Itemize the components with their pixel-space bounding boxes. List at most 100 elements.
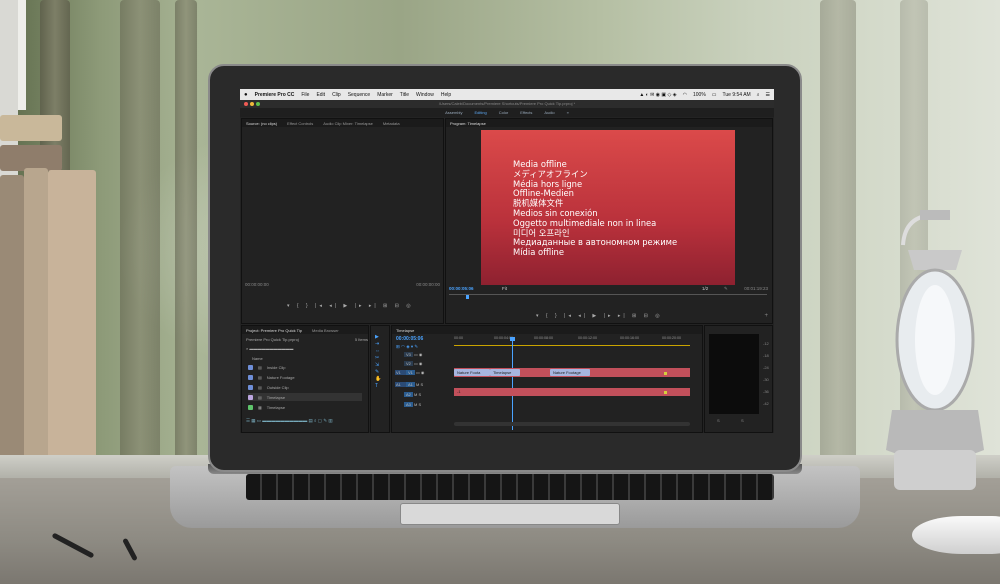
timeline-clip[interactable]: Nature Footage [550, 369, 590, 376]
solo-button[interactable]: S [717, 418, 720, 423]
project-search[interactable]: ⌕ ▬▬▬▬▬▬▬▬▬▬▬ [246, 346, 293, 351]
playhead[interactable] [512, 338, 513, 430]
media-offline-frame: Media offline メディアオフライン Média hors ligne… [481, 130, 735, 285]
menu-clip[interactable]: Clip [332, 92, 341, 98]
label-color [248, 364, 253, 370]
status-icons[interactable]: ▲ ◐ ✉ ◉ ▣ ◇ ◈ [639, 92, 676, 98]
workspace-audio[interactable]: Audio [544, 110, 554, 115]
minimize-button[interactable] [250, 102, 254, 106]
project-file-row: Premiere Pro Quick Tip.prproj 5 Items [246, 337, 368, 342]
timeline-timecode[interactable]: 00:00:05:06 [396, 336, 423, 342]
source-transport-controls[interactable]: ▾ { } |◂ ◂| ▶ |▸ ▸| ⊞ ⊟ ◎ [287, 303, 414, 309]
apple-icon[interactable]: ● [244, 92, 248, 98]
track-header-a2[interactable]: A2 M S [395, 390, 421, 398]
menu-edit[interactable]: Edit [316, 92, 325, 98]
fit-dropdown[interactable]: Fit [502, 286, 507, 291]
project-item[interactable]: ▤ Outside Clip [248, 383, 362, 391]
menu-title[interactable]: Title [400, 92, 409, 98]
solo-button[interactable]: S [741, 418, 744, 423]
timeline-clip[interactable]: Timelapse [490, 369, 520, 376]
workspace-more[interactable]: » [567, 110, 569, 115]
column-name[interactable]: Name [252, 356, 263, 361]
playhead-handle[interactable] [510, 337, 515, 341]
menu-sequence[interactable]: Sequence [348, 92, 371, 98]
meter-scale: -12 -18 -24 -30 -36 -42 [763, 341, 769, 406]
clip-icon: ▤ [258, 394, 262, 400]
track-label[interactable]: A3 [404, 401, 413, 407]
app-menu[interactable]: Premiere Pro CC [255, 92, 295, 98]
ruler-label: 00:00:08:00 [534, 336, 553, 340]
track-header-v1[interactable]: V1 V1 ▭ ◉ [395, 368, 424, 376]
track-header-a1[interactable]: A1 A1 M S [395, 380, 423, 388]
program-scrubber[interactable] [449, 294, 767, 295]
close-button[interactable] [244, 102, 248, 106]
track-label[interactable]: V3 [404, 351, 413, 357]
list-icon[interactable]: ☰ [766, 92, 770, 98]
track-label[interactable]: A1 [406, 381, 415, 387]
label-color [248, 384, 253, 390]
menu-marker[interactable]: Marker [377, 92, 393, 98]
track-label[interactable]: A2 [404, 391, 413, 397]
tree-trunk [820, 0, 856, 470]
tree-trunk [120, 0, 160, 470]
project-item[interactable]: ▦ Timelapse [248, 403, 362, 411]
workspace-editing[interactable]: Editing [474, 110, 486, 115]
resolution-dropdown[interactable]: 1/2 [702, 286, 708, 291]
tool-icons[interactable]: ▶ ⇥ ⇔ ✂ ⇲ ✎ ✋ T [375, 334, 381, 390]
marker[interactable] [664, 372, 667, 375]
workspace-effects[interactable]: Effects [520, 110, 532, 115]
tab-source[interactable]: Source: (no clips) [246, 121, 277, 126]
tab-timeline[interactable]: Timelapse [396, 328, 414, 333]
project-item-name: Inside Clip [266, 364, 286, 370]
project-item[interactable]: ▤ Nature Footage [248, 373, 362, 381]
clock[interactable]: Tue 9:54 AM [723, 92, 751, 98]
project-item[interactable]: ▤ Inside Clip [248, 363, 362, 371]
project-footer-icons[interactable]: ☰ ▦ ▭ ▬▬▬▬▬▬▬▬▬▬ ▤ ⌕ ▢ ✎ ▥ [246, 418, 333, 424]
timeline-clip[interactable]: Nature Foota [454, 369, 490, 376]
book [0, 175, 24, 493]
menu-file[interactable]: File [301, 92, 309, 98]
audio-clip[interactable]: -1 [454, 388, 690, 396]
wrench-icon[interactable]: ✎ [724, 286, 728, 292]
add-button[interactable]: + [764, 313, 768, 319]
program-transport-controls[interactable]: ▾ { } |◂ ◂| ▶ |▸ ▸| ⊞ ⊟ ◎ [536, 313, 663, 319]
source-timecode-right: 00:00:00:00 [416, 282, 440, 287]
track-header-v2[interactable]: V2 ▭ ◉ [395, 359, 422, 367]
track-header-v3[interactable]: V3 ▭ ◉ [395, 350, 422, 358]
work-area-bar[interactable] [454, 345, 690, 346]
marker[interactable] [664, 391, 667, 394]
lantern-icon [886, 210, 984, 490]
tab-effect-controls[interactable]: Effect Controls [287, 121, 313, 126]
battery-icon[interactable]: ▭ [712, 92, 717, 98]
tab-audio-clip-mixer[interactable]: Audio Clip Mixer: Timelapse [323, 121, 373, 126]
program-timecode-right: 00:01:19:23 [744, 286, 768, 291]
tab-project[interactable]: Project: Premiere Pro Quick Tip [246, 328, 302, 333]
source-panel: Source: (no clips) Effect Controls Audio… [241, 118, 444, 324]
timeline-scrollbar[interactable] [454, 422, 690, 426]
project-item[interactable]: ▤ Timelapse [248, 393, 362, 401]
wifi-icon[interactable]: ◠ [683, 92, 687, 98]
project-file-name: Premiere Pro Quick Tip.prproj [246, 337, 299, 342]
battery-level[interactable]: 100% [693, 92, 706, 98]
track-header-a3[interactable]: A3 M S [395, 400, 421, 408]
timeline-panel: Timelapse 00:00:05:06 ⊞ ◠ ◈ ▾ ✎ 00:00 00… [391, 325, 703, 433]
clip-icon: ▤ [258, 364, 262, 370]
menu-window[interactable]: Window [416, 92, 434, 98]
time-ruler[interactable]: 00:00 00:00:04:00 00:00:08:00 00:00:12:0… [454, 336, 704, 344]
tab-media-browser[interactable]: Media Browser [312, 328, 339, 333]
tab-program[interactable]: Program: Timelapse [450, 121, 486, 126]
tab-metadata[interactable]: Metadata [383, 121, 400, 126]
menu-help[interactable]: Help [441, 92, 451, 98]
playhead-marker[interactable] [466, 295, 469, 299]
source-timecode-left[interactable]: 00:00:00:00 [245, 282, 269, 287]
project-item-count: 5 Items [354, 337, 368, 342]
track-label[interactable]: V2 [404, 360, 413, 366]
workspace-color[interactable]: Color [499, 110, 509, 115]
workspace-assembly[interactable]: Assembly [445, 110, 462, 115]
project-panel: Project: Premiere Pro Quick Tip Media Br… [241, 325, 369, 433]
zoom-button[interactable] [256, 102, 260, 106]
track-label[interactable]: V1 [406, 369, 415, 375]
search-icon[interactable]: ⌕ [757, 92, 760, 98]
tools-panel: ▶ ⇥ ⇔ ✂ ⇲ ✎ ✋ T [370, 325, 390, 433]
program-timecode-left[interactable]: 00:00:05:06 [449, 286, 474, 291]
